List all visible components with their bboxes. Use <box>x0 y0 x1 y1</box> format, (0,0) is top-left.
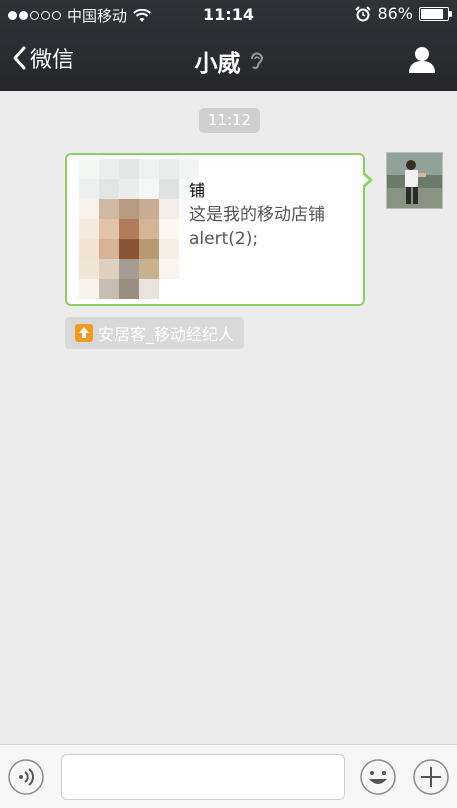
contact-button[interactable] <box>407 44 437 78</box>
message-bubble[interactable]: 铺 这是我的移动店铺alert(2); <box>65 153 373 306</box>
mosaic-cell <box>99 259 119 279</box>
mosaic-cell <box>159 239 179 259</box>
mosaic-cell <box>79 179 99 199</box>
mosaic-cell <box>99 159 119 179</box>
message-description: 这是我的移动店铺alert(2); <box>189 205 325 249</box>
mosaic-cell <box>139 219 159 239</box>
message-input[interactable] <box>61 754 345 800</box>
mosaic-cell <box>139 259 159 279</box>
mosaic-cell <box>159 219 179 239</box>
mosaic-cell <box>99 179 119 199</box>
top-bar: 中国移动 11:14 86% 微信 小威 <box>0 0 457 91</box>
mosaic-cell <box>119 259 139 279</box>
mosaic-cell <box>179 159 199 179</box>
mosaic-cell <box>159 199 179 219</box>
voice-button[interactable] <box>7 758 45 796</box>
page-title: 小威 <box>0 44 457 78</box>
mosaic-cell <box>99 279 119 299</box>
mosaic-cell <box>179 259 199 279</box>
chat-title: 小威 <box>194 51 241 77</box>
plus-icon <box>413 759 449 795</box>
ear-icon <box>250 52 263 69</box>
mosaic-cell <box>79 159 99 179</box>
avatar-photo <box>387 153 442 208</box>
mosaic-cell <box>99 219 119 239</box>
mosaic-cell <box>159 159 179 179</box>
mosaic-cell <box>79 279 99 299</box>
source-label: 安居客_移动经纪人 <box>98 325 235 344</box>
battery-icon <box>419 6 452 21</box>
mosaic-cell <box>79 239 99 259</box>
source-tag[interactable]: 安居客_移动经纪人 <box>65 317 245 349</box>
mosaic-cell <box>79 199 99 219</box>
mosaic-cell <box>79 259 99 279</box>
mosaic-cell <box>139 179 159 199</box>
person-icon <box>409 47 435 73</box>
mosaic-cell <box>99 199 119 219</box>
bubble-tail <box>361 171 373 189</box>
pixelated-thumbnail <box>79 159 199 301</box>
mosaic-cell <box>119 159 139 179</box>
nav-bar: 微信 小威 <box>0 30 457 91</box>
mosaic-cell <box>119 279 139 299</box>
mosaic-cell <box>119 199 139 219</box>
mosaic-cell <box>99 239 119 259</box>
battery-percent: 86% <box>377 4 413 23</box>
status-bar: 中国移动 11:14 86% <box>0 0 457 30</box>
mosaic-cell <box>159 179 179 199</box>
avatar[interactable] <box>386 152 443 209</box>
emoji-button[interactable] <box>359 758 397 796</box>
mosaic-cell <box>139 199 159 219</box>
alarm-icon <box>355 5 372 21</box>
voice-icon <box>8 759 44 795</box>
mosaic-cell <box>139 239 159 259</box>
message-title: 铺 <box>189 181 206 200</box>
status-right: 86% <box>355 4 452 23</box>
mosaic-cell <box>139 279 159 299</box>
message-timestamp: 11:12 <box>199 108 260 133</box>
input-bar <box>0 744 457 808</box>
more-button[interactable] <box>412 758 450 796</box>
mosaic-cell <box>159 259 179 279</box>
anjuke-logo-icon <box>75 324 93 342</box>
mosaic-cell <box>139 159 159 179</box>
mosaic-cell <box>119 219 139 239</box>
emoji-icon <box>360 759 396 795</box>
mosaic-cell <box>119 179 139 199</box>
mosaic-cell <box>79 219 99 239</box>
mosaic-cell <box>159 279 179 299</box>
mosaic-cell <box>119 239 139 259</box>
mosaic-cell <box>179 279 199 299</box>
